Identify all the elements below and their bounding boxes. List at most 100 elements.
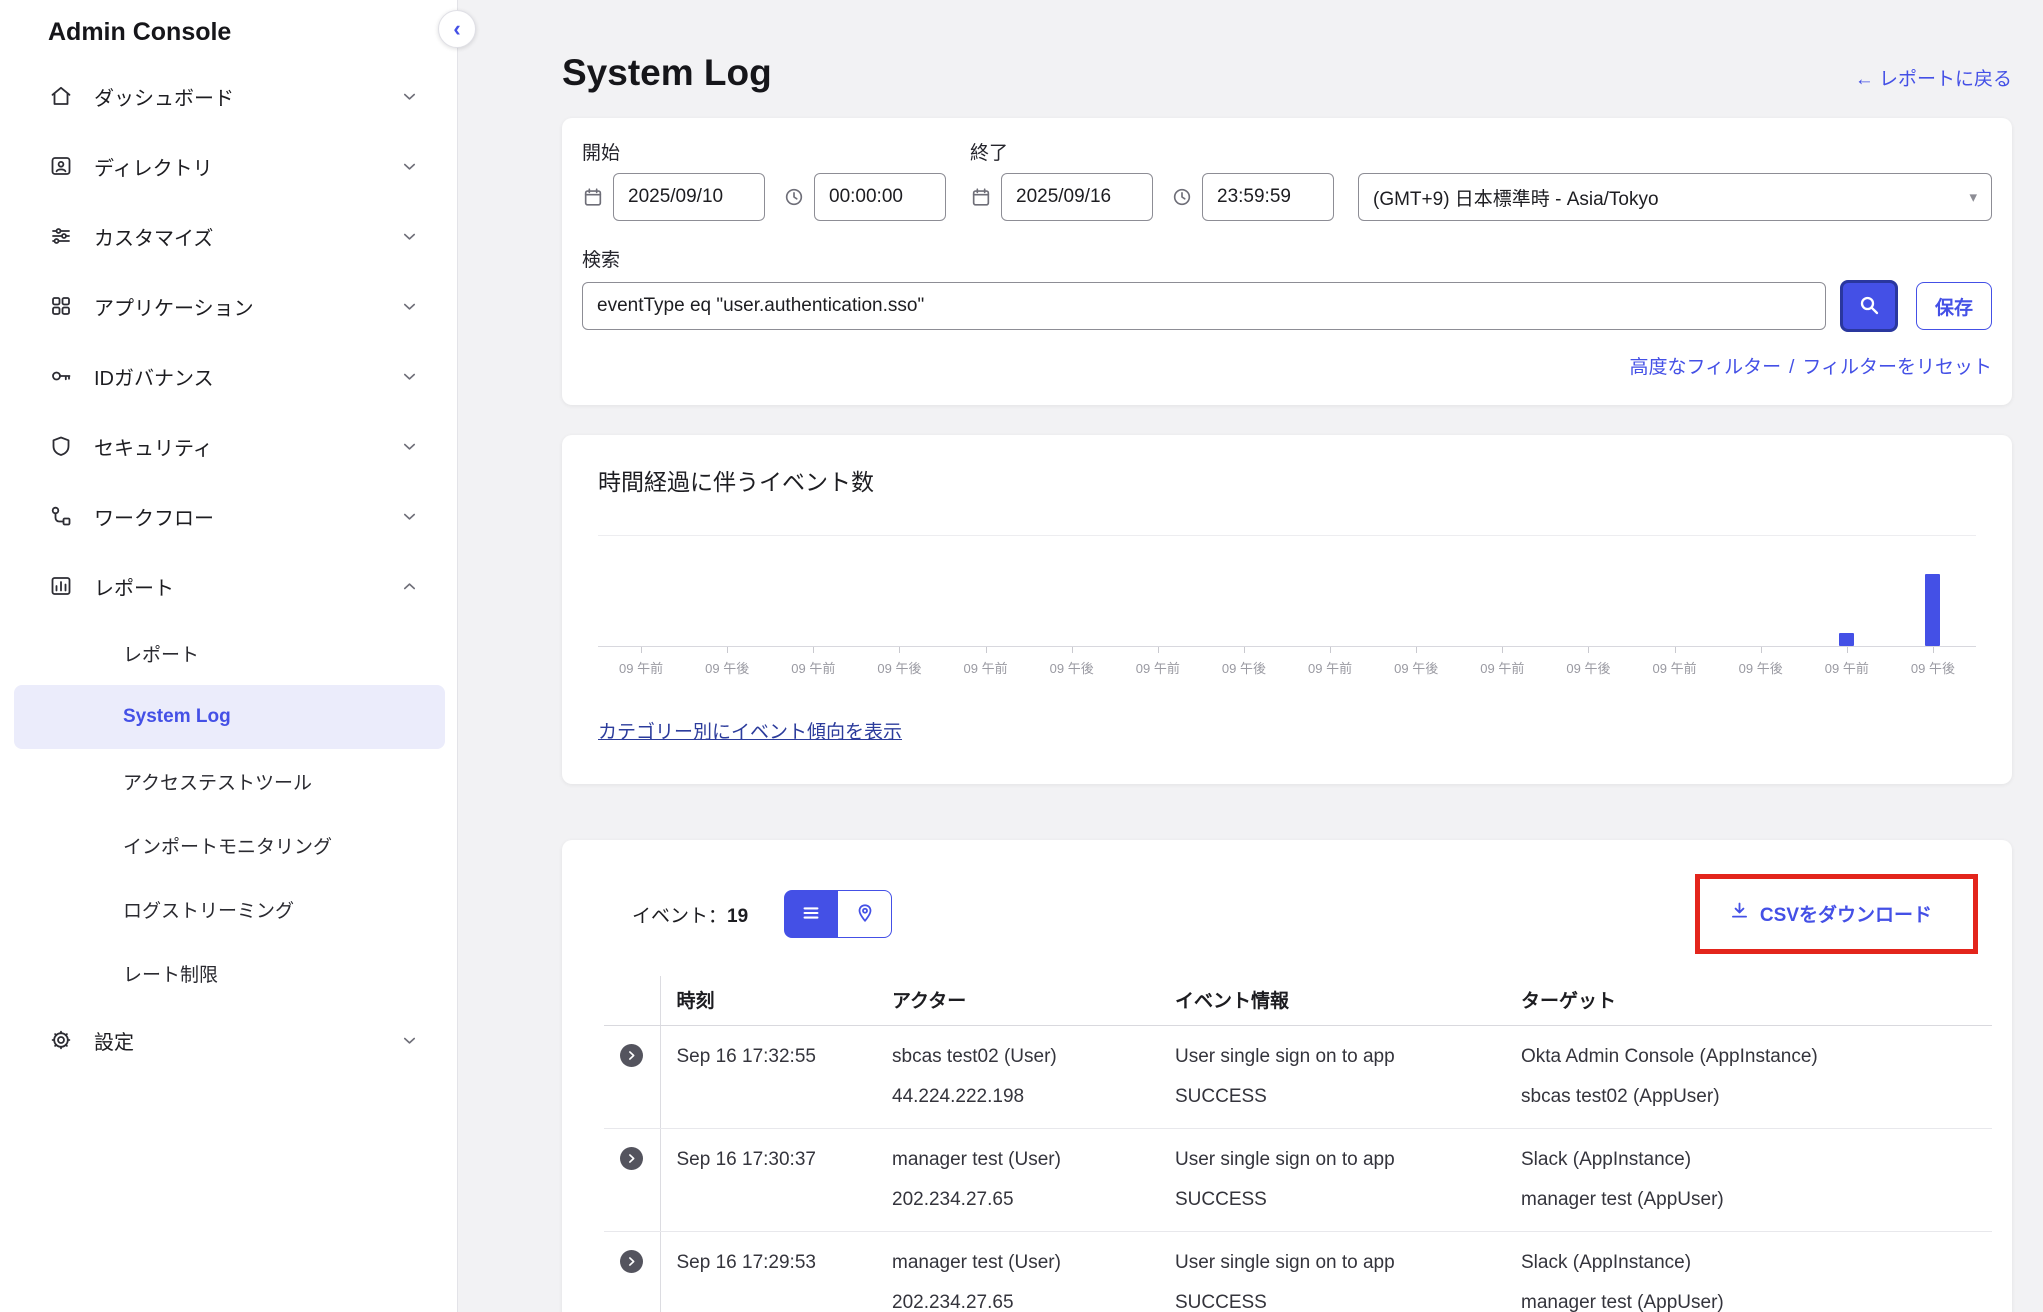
- directory-icon: [48, 153, 74, 179]
- expand-row-button[interactable]: [620, 1147, 643, 1170]
- start-datetime-group: 開始: [582, 138, 946, 221]
- x-tick-label: 09 午後: [1201, 647, 1287, 677]
- map-view-button[interactable]: [838, 890, 892, 938]
- event-time: Sep 16 17:32:55: [660, 1026, 892, 1129]
- clock-icon: [783, 186, 805, 208]
- home-icon: [48, 83, 74, 109]
- x-tick-label: 09 午後: [1373, 647, 1459, 677]
- x-axis: 09 午前09 午後09 午前09 午後09 午前09 午後09 午前09 午後…: [598, 647, 1976, 677]
- chevron-down-icon: [400, 437, 419, 456]
- x-tick-label: 09 午前: [1287, 647, 1373, 677]
- events-count: イベント：19: [632, 901, 748, 928]
- sidebar-subitem-import-monitoring[interactable]: インポートモニタリング: [14, 813, 445, 877]
- shield-icon: [48, 433, 74, 459]
- sidebar-item-identity-governance[interactable]: IDガバナンス: [0, 341, 457, 411]
- sidebar-item-label: 設定: [94, 1026, 134, 1055]
- sidebar-item-customization[interactable]: カスタマイズ: [0, 201, 457, 271]
- gear-icon: [48, 1027, 74, 1053]
- sidebar-item-label: アプリケーション: [94, 292, 254, 321]
- event-trends-by-category-link[interactable]: カテゴリー別にイベント傾向を表示: [598, 717, 902, 744]
- customize-icon: [48, 223, 74, 249]
- sidebar-item-label: ワークフロー: [94, 502, 214, 531]
- event-target: Okta Admin Console (AppInstance)sbcas te…: [1521, 1026, 1992, 1129]
- end-time-input[interactable]: [1202, 173, 1334, 221]
- end-date-input[interactable]: [1001, 173, 1153, 221]
- sidebar-item-label: レポート: [94, 572, 174, 601]
- main-content: System Log ← レポートに戻る 開始 終了: [459, 0, 2043, 1312]
- reports-icon: [48, 573, 74, 599]
- event-info: User single sign on to appSUCCESS: [1175, 1129, 1521, 1232]
- sidebar: Admin Console ダッシュボードディレクトリカスタマイズアプリケーショ…: [0, 0, 458, 1312]
- events-table-card: イベント：19: [562, 840, 2012, 1312]
- x-tick-label: 09 午前: [1632, 647, 1718, 677]
- search-input[interactable]: [582, 282, 1826, 330]
- download-csv-button[interactable]: CSVをダウンロード: [1729, 900, 1932, 927]
- chevron-down-icon: ▾: [1969, 188, 1977, 206]
- sidebar-item-reports[interactable]: レポート: [0, 551, 457, 621]
- x-tick-label: 09 午後: [1029, 647, 1115, 677]
- search-label: 検索: [582, 245, 1992, 272]
- page-title: System Log: [562, 52, 772, 94]
- sidebar-subitem-system-log[interactable]: System Log: [14, 685, 445, 749]
- download-icon: [1729, 900, 1750, 927]
- x-tick-label: 09 午前: [1459, 647, 1545, 677]
- end-label: 終了: [970, 138, 1334, 165]
- end-datetime-group: 終了: [970, 138, 1334, 221]
- reset-filter-link[interactable]: フィルターをリセット: [1802, 357, 1992, 378]
- sidebar-subitem-reports[interactable]: レポート: [14, 621, 445, 685]
- events-toolbar: イベント：19: [562, 840, 2012, 976]
- start-date-input[interactable]: [613, 173, 765, 221]
- sidebar-subitem-log-streaming[interactable]: ログストリーミング: [14, 877, 445, 941]
- key-icon: [48, 363, 74, 389]
- events-table: 時刻アクターイベント情報ターゲット Sep 16 17:32:55sbcas t…: [604, 976, 1992, 1312]
- list-icon: [800, 902, 822, 927]
- sidebar-item-settings[interactable]: 設定: [0, 1005, 457, 1075]
- back-to-reports-link[interactable]: ← レポートに戻る: [1855, 64, 2012, 91]
- sidebar-collapse-button[interactable]: ‹: [438, 10, 476, 48]
- chart-bar: [1839, 633, 1854, 647]
- expand-row-button[interactable]: [620, 1250, 643, 1273]
- chevron-down-icon: [400, 1031, 419, 1050]
- sidebar-nav: ダッシュボードディレクトリカスタマイズアプリケーション IDガバナンスセキュリティ…: [0, 61, 457, 1075]
- event-row: Sep 16 17:32:55sbcas test02 (User)44.224…: [604, 1026, 1992, 1129]
- sidebar-item-label: カスタマイズ: [94, 222, 213, 251]
- search-button[interactable]: [1840, 280, 1898, 332]
- save-button[interactable]: 保存: [1916, 282, 1992, 330]
- expand-row-button[interactable]: [620, 1044, 643, 1067]
- chart-title: 時間経過に伴うイベント数: [598, 463, 1976, 497]
- sidebar-subitem-rate-limits[interactable]: レート制限: [14, 941, 445, 1005]
- filter-card: 開始 終了: [562, 118, 2012, 405]
- column-header: ターゲット: [1521, 976, 1992, 1026]
- sidebar-item-applications[interactable]: アプリケーション: [0, 271, 457, 341]
- sidebar-item-dashboard[interactable]: ダッシュボード: [0, 61, 457, 131]
- sidebar-item-workflow[interactable]: ワークフロー: [0, 481, 457, 551]
- sidebar-item-label: ダッシュボード: [94, 82, 234, 111]
- events-over-time-chart: [598, 535, 1976, 647]
- page-header: System Log ← レポートに戻る: [562, 0, 2012, 94]
- x-tick-label: 09 午前: [1115, 647, 1201, 677]
- event-info: User single sign on to appSUCCESS: [1175, 1026, 1521, 1129]
- x-tick-label: 09 午前: [943, 647, 1029, 677]
- start-label: 開始: [582, 138, 946, 165]
- sidebar-item-security[interactable]: セキュリティ: [0, 411, 457, 481]
- download-csv-label: CSVをダウンロード: [1760, 900, 1932, 927]
- event-row: Sep 16 17:30:37manager test (User)202.23…: [604, 1129, 1992, 1232]
- start-time-input[interactable]: [814, 173, 946, 221]
- sidebar-subitem-access-testing-tool[interactable]: アクセステストツール: [14, 749, 445, 813]
- timezone-select[interactable]: (GMT+9) 日本標準時 - Asia/Tokyo ▾: [1358, 173, 1992, 221]
- x-tick-label: 09 午後: [1718, 647, 1804, 677]
- chart-bar: [1925, 574, 1940, 646]
- event-time: Sep 16 17:29:53: [660, 1232, 892, 1312]
- sidebar-item-label: セキュリティ: [94, 432, 213, 461]
- x-tick-label: 09 午前: [770, 647, 856, 677]
- list-view-button[interactable]: [784, 890, 838, 938]
- search-icon: [1857, 293, 1881, 320]
- x-tick-label: 09 午前: [598, 647, 684, 677]
- advanced-filter-link[interactable]: 高度なフィルター: [1629, 357, 1781, 378]
- chevron-down-icon: [400, 507, 419, 526]
- sidebar-item-directory[interactable]: ディレクトリ: [0, 131, 457, 201]
- event-actor: sbcas test02 (User)44.224.222.198: [892, 1026, 1175, 1129]
- clock-icon: [1171, 186, 1193, 208]
- sidebar-item-label: ディレクトリ: [94, 152, 213, 181]
- chevron-down-icon: [400, 157, 419, 176]
